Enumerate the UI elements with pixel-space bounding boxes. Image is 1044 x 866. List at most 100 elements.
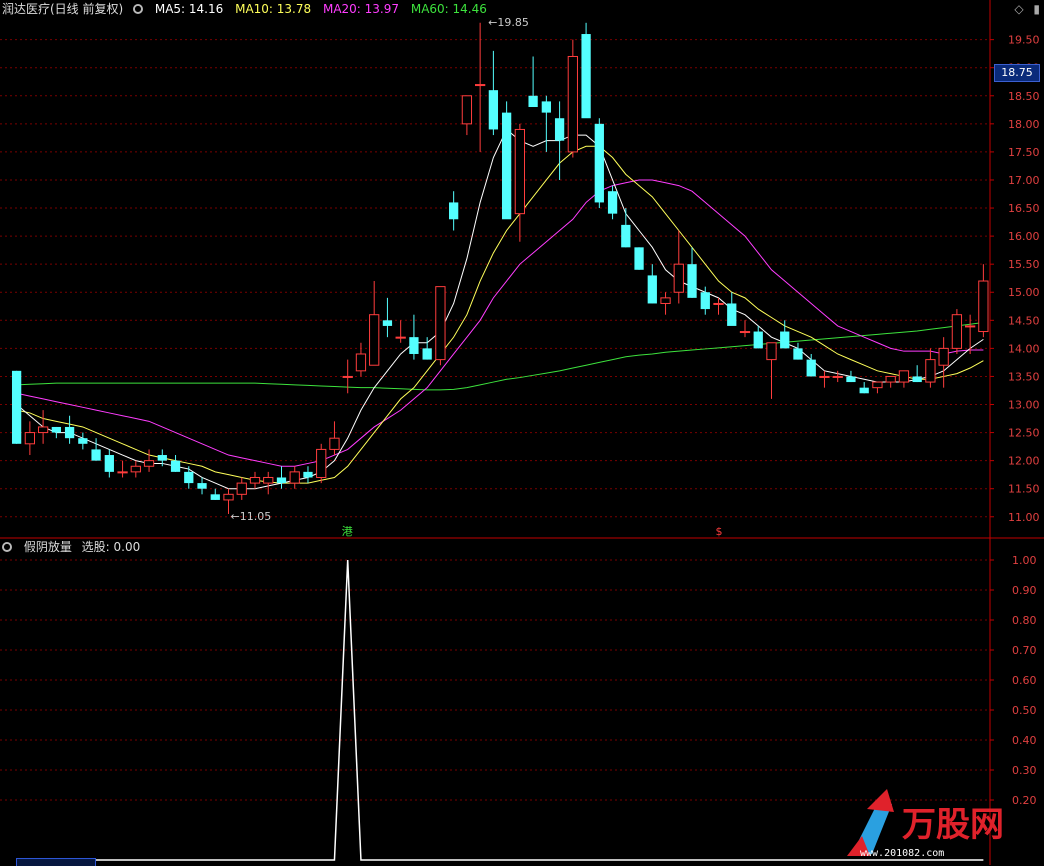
candle-up xyxy=(236,482,247,495)
candle-down xyxy=(382,320,393,326)
candle-down xyxy=(806,359,816,377)
candle-down xyxy=(607,191,618,214)
candle-up xyxy=(713,302,724,305)
candle-down xyxy=(541,101,551,113)
candle-up xyxy=(37,426,49,434)
y-tick-label: 0.60 xyxy=(1012,674,1037,687)
candle-down xyxy=(528,95,538,108)
y-tick-label: 11.50 xyxy=(1008,483,1040,496)
candle-up xyxy=(369,314,380,366)
candle-down xyxy=(912,376,922,383)
scroll-icon[interactable]: ▮ xyxy=(1033,2,1040,16)
candle-down xyxy=(51,426,61,433)
candle-down xyxy=(621,224,631,248)
y-tick-label: 1.00 xyxy=(1012,554,1037,567)
candle-up xyxy=(660,297,671,304)
candle-down xyxy=(64,426,75,439)
candle-up xyxy=(355,353,367,372)
candle-up xyxy=(143,460,155,467)
candle-up xyxy=(885,375,896,383)
candle-up xyxy=(223,493,234,501)
candle-down xyxy=(210,494,220,500)
y-tick-label: 18.00 xyxy=(1008,118,1040,131)
y-tick-label: 16.00 xyxy=(1008,230,1040,243)
y-tick-label: 15.00 xyxy=(1008,286,1040,299)
candle-up xyxy=(951,314,963,349)
candle-up xyxy=(898,370,910,383)
y-tick-label: 0.30 xyxy=(1012,764,1037,777)
y-tick-label: 12.50 xyxy=(1008,427,1040,440)
candle-up xyxy=(475,84,486,87)
indicator-title: 假阴放量 xyxy=(23,540,72,554)
window-controls: ◇ ▮ xyxy=(1014,0,1040,18)
y-tick-label: 15.50 xyxy=(1008,258,1040,271)
brand-url: www.201082.com xyxy=(860,848,945,859)
candle-down xyxy=(780,331,790,349)
candle-down xyxy=(422,348,432,360)
y-tick-label: 11.00 xyxy=(1008,511,1040,524)
ma5-line xyxy=(16,128,984,490)
y-tick-label: 0.90 xyxy=(1012,584,1037,597)
main-chart-header: 润达医疗(日线 前复权) ● MA5: 14.16 MA10: 13.78 MA… xyxy=(2,0,495,18)
y-tick-label: 13.50 xyxy=(1008,370,1040,383)
y-tick-label: 0.80 xyxy=(1012,614,1037,627)
candle-up xyxy=(435,286,446,361)
brand-name: 万股网 xyxy=(902,805,1004,845)
ma20-label: MA20: 13.97 xyxy=(322,2,400,16)
ma60-label: MA60: 14.46 xyxy=(410,2,487,16)
candlestick-series xyxy=(11,22,989,514)
settings-icon[interactable]: ● xyxy=(133,3,144,14)
candle-up xyxy=(819,375,830,378)
y-tick-label: 12.00 xyxy=(1008,455,1040,468)
candle-down xyxy=(793,348,803,360)
candle-up xyxy=(395,336,406,339)
indicator-header: ● 假阴放量 选股: 0.00 xyxy=(2,538,148,556)
ma10-label: MA10: 13.78 xyxy=(235,2,312,16)
candle-down xyxy=(449,202,459,220)
candle-up xyxy=(567,55,578,153)
candle-down xyxy=(846,376,856,383)
candle-down xyxy=(276,477,287,484)
candle-down xyxy=(581,34,591,119)
y-tick-label: 17.50 xyxy=(1008,146,1040,159)
candle-up xyxy=(938,347,949,366)
moving-average-lines xyxy=(16,128,984,490)
candle-down xyxy=(409,337,419,354)
candle-down xyxy=(859,387,869,394)
ma60-line xyxy=(16,322,984,391)
y-axis-labels: 11.00 11.50 12.00 12.50 13.00 13.50 14.00 14.50… xyxy=(1008,34,1040,807)
candle-down xyxy=(687,264,697,298)
candle-up xyxy=(461,95,473,125)
candle-down xyxy=(554,118,565,141)
candle-down xyxy=(634,247,644,270)
candle-down xyxy=(170,460,181,472)
current-price-tag: 18.75 xyxy=(994,64,1040,82)
candle-up xyxy=(24,432,36,445)
candle-up xyxy=(249,476,261,484)
diamond-icon[interactable]: ◇ xyxy=(1014,2,1023,16)
candle-down xyxy=(303,471,313,478)
candle-up xyxy=(329,437,340,450)
candle-down xyxy=(78,438,88,444)
y-tick-label: 14.50 xyxy=(1008,314,1040,327)
y-tick-label: 17.00 xyxy=(1008,174,1040,187)
candle-up xyxy=(965,325,976,328)
candle-up xyxy=(289,471,300,484)
candle-up xyxy=(673,263,684,293)
candle-down xyxy=(184,471,194,484)
marker-label: 港 xyxy=(342,525,353,538)
candle-down xyxy=(11,370,22,444)
ma5-label: MA5: 14.16 xyxy=(154,2,224,16)
indicator-value: 选股: 0.00 xyxy=(81,540,141,554)
y-tick-label: 14.00 xyxy=(1008,342,1040,355)
candle-up xyxy=(342,375,353,378)
candle-up xyxy=(872,381,883,389)
candle-up xyxy=(739,331,751,334)
stock-chart: 11.00 11.50 12.00 12.50 13.00 13.50 14.00 14.50… xyxy=(0,0,1044,865)
candle-up xyxy=(514,128,526,215)
candle-down xyxy=(647,275,657,304)
candle-down xyxy=(91,449,101,461)
settings-icon[interactable]: ● xyxy=(2,541,12,552)
candle-up xyxy=(263,476,274,484)
candle-up xyxy=(117,471,128,474)
